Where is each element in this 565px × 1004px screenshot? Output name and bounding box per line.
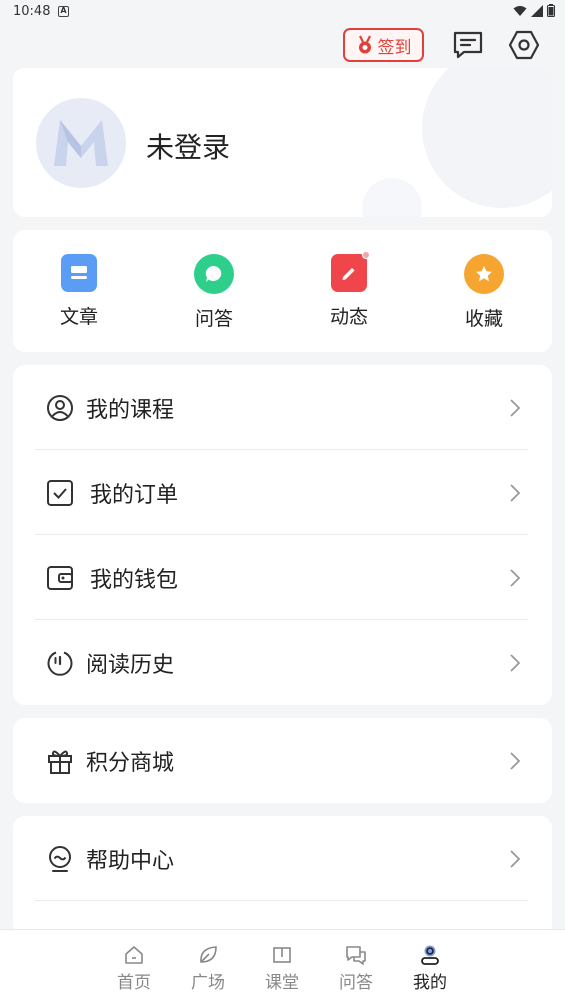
pencil-icon xyxy=(331,251,370,292)
status-bar: 10:48 A xyxy=(0,0,565,24)
quick-label: 文章 xyxy=(59,306,98,328)
menu-label: 我的课程 xyxy=(86,397,175,423)
menu-label: 阅读历史 xyxy=(86,652,175,678)
menu-item-help-center[interactable]: 帮助中心 xyxy=(13,816,552,901)
checkin-label: 签到 xyxy=(377,37,412,58)
menu-label: 我的订单 xyxy=(90,482,179,508)
menu-group-help: 帮助中心 xyxy=(13,816,552,936)
tab-label: 问答 xyxy=(339,973,373,993)
menu-item-orders[interactable]: 我的订单 xyxy=(13,450,552,535)
username[interactable]: 未登录 xyxy=(146,126,230,166)
tab-qa[interactable]: 问答 xyxy=(326,944,386,993)
decorative-circle xyxy=(362,178,422,217)
tab-square[interactable]: 广场 xyxy=(178,944,238,993)
menu-group-account: 我的课程 我的订单 我的钱包 阅读历史 xyxy=(13,365,552,705)
help-icon xyxy=(46,845,74,873)
menu-label: 帮助中心 xyxy=(86,848,175,874)
divider xyxy=(35,900,528,901)
avatar[interactable] xyxy=(36,98,126,188)
article-icon xyxy=(61,254,97,292)
notification-icon: A xyxy=(58,6,69,17)
menu-group-points: 积分商城 xyxy=(13,718,552,803)
wifi-icon xyxy=(513,5,527,16)
tab-home[interactable]: 首页 xyxy=(104,944,164,993)
star-icon xyxy=(464,254,504,294)
chevron-right-icon xyxy=(510,751,521,770)
tab-label: 首页 xyxy=(117,973,151,993)
menu-label: 我的钱包 xyxy=(90,567,179,593)
tab-label: 广场 xyxy=(191,973,225,993)
chevron-right-icon xyxy=(510,568,521,587)
profile-icon xyxy=(419,944,441,966)
menu-item-courses[interactable]: 我的课程 xyxy=(13,365,552,450)
decorative-circle xyxy=(422,68,552,208)
tab-classroom[interactable]: 课堂 xyxy=(252,944,312,993)
quick-favorites[interactable]: 收藏 xyxy=(444,254,524,331)
dot-badge xyxy=(362,251,370,259)
menu-item-history[interactable]: 阅读历史 xyxy=(13,620,552,705)
menu-label: 积分商城 xyxy=(86,750,175,776)
chevron-right-icon xyxy=(510,483,521,502)
wallet-icon xyxy=(46,564,74,592)
profile-card[interactable]: 未登录 xyxy=(13,68,552,217)
book-icon xyxy=(271,944,293,966)
checkin-button[interactable]: 签到 xyxy=(343,28,424,62)
qa-icon xyxy=(345,944,367,966)
quick-label: 动态 xyxy=(329,306,368,328)
leaf-icon xyxy=(197,944,219,966)
quick-label: 收藏 xyxy=(464,308,503,330)
status-time: 10:48 xyxy=(13,4,51,19)
chat-bubble-icon xyxy=(194,254,234,294)
quick-label: 问答 xyxy=(194,308,233,330)
chevron-right-icon xyxy=(510,653,521,672)
history-icon xyxy=(46,649,74,677)
top-actions: 签到 xyxy=(0,28,565,62)
signal-icon xyxy=(531,4,543,17)
menu-item-wallet[interactable]: 我的钱包 xyxy=(13,535,552,620)
gift-icon xyxy=(46,747,74,775)
status-icons xyxy=(513,4,555,17)
quick-article[interactable]: 文章 xyxy=(39,254,119,329)
home-icon xyxy=(123,944,145,966)
medal-icon xyxy=(358,35,371,54)
quick-feed[interactable]: 动态 xyxy=(309,251,389,329)
user-circle-icon xyxy=(46,394,74,422)
chevron-right-icon xyxy=(510,398,521,417)
quick-actions: 文章 问答 动态 收藏 xyxy=(13,230,552,352)
tab-label: 课堂 xyxy=(265,973,299,993)
tab-mine[interactable]: 我的 xyxy=(400,944,460,993)
settings-icon[interactable] xyxy=(506,28,542,62)
tab-label: 我的 xyxy=(413,973,447,993)
checkbox-icon xyxy=(46,479,74,507)
logo-icon xyxy=(54,120,108,166)
chevron-right-icon xyxy=(510,849,521,868)
quick-qa[interactable]: 问答 xyxy=(174,254,254,331)
bottom-tab-bar: 首页 广场 课堂 问答 我的 xyxy=(0,929,565,1004)
menu-item-points-mall[interactable]: 积分商城 xyxy=(13,718,552,803)
message-icon[interactable] xyxy=(450,28,486,62)
battery-icon xyxy=(547,4,555,17)
